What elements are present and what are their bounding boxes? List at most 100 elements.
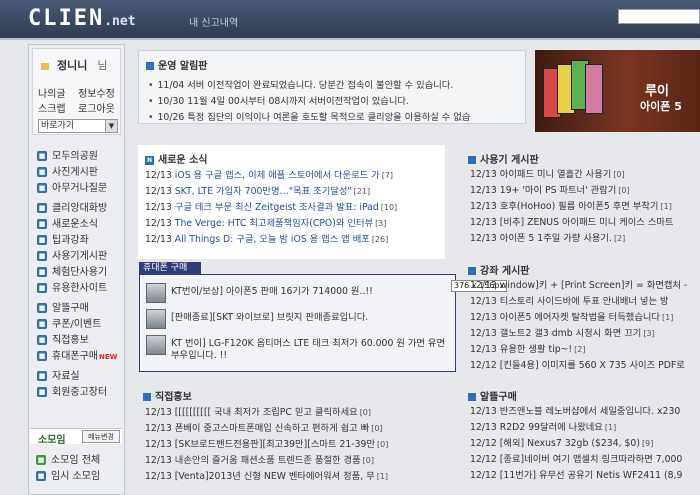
- top-header: CLIEN.net 내 신고내역: [0, 0, 700, 38]
- list-item[interactable]: 12/13 R2D2 99달러에 나왔네요 [1]: [470, 420, 700, 436]
- sidebar-item-somoim-all[interactable]: ■ 소모임 전체: [36, 453, 122, 469]
- item-title: 폰베이 중고스마트폰매입 신속하고 편하게 쉽고 빠: [174, 423, 370, 434]
- somoim-icon: ■: [36, 471, 46, 481]
- sidebar-item[interactable]: ■ 알뜰구매: [37, 301, 123, 317]
- sidebar-item-temp-somoim[interactable]: ■ 임시 소모임: [36, 469, 122, 485]
- list-item[interactable]: 12/13 SKT, LTE 가입자 700만명…"목표 조기달성" [21]: [145, 184, 443, 200]
- review-list: 12/13 아이패드 미니 열흘간 사용기 [0] 12/13 19+ '마이 PS 파…: [470, 167, 700, 247]
- menu-bullet-icon: ■: [37, 319, 47, 329]
- item-title: 내손안의 즐거움 패션소품 트렌드존 풍절한 경품: [174, 455, 361, 466]
- deals-section: 알뜰구매 12/13 반즈앤노블 레노버샵에서 세일중입니다. x230 12/13…: [464, 388, 700, 495]
- shortcut-select[interactable]: 바로가기 ▼: [38, 119, 118, 133]
- list-item[interactable]: 12/13 유용한 생활 tip~! [2]: [470, 342, 700, 358]
- news-title[interactable]: N 새로운 소식: [145, 151, 207, 166]
- comment-count: [7]: [381, 171, 394, 180]
- sidebar-item[interactable]: ■ 팁과강좌: [37, 233, 123, 249]
- sidebar-item[interactable]: ■ 사진게시판: [37, 165, 123, 181]
- list-item[interactable]: 12/13 호후(HoHoo) 필름 아이폰5 후면 부착기 [1]: [470, 199, 700, 215]
- sidebar-item[interactable]: ■ 새로운소식: [37, 217, 123, 233]
- list-item[interactable]: 12/13 폰베이 중고스마트폰매입 신속하고 편하게 쉽고 빠 [0]: [145, 421, 445, 437]
- ad-subtitle: 아이폰 5: [640, 100, 682, 113]
- sidebar-item[interactable]: ■ 유용한사이트: [37, 281, 123, 297]
- list-item[interactable]: 12/13 티스토리 사이드바에 투표 안내배너 넣는 방: [470, 294, 700, 310]
- logout-link[interactable]: 로그아웃: [78, 102, 115, 117]
- comment-count: [3]: [643, 329, 655, 338]
- ad-phone-pink: [585, 64, 603, 114]
- list-item[interactable]: 12/13 The Verge: HTC 최고제품책임자(CPO)와 인터뷰 [3]: [145, 216, 443, 232]
- list-item[interactable]: 12/12 [킨들4용] 이미지를 560 X 735 사이즈 PDF로: [470, 358, 700, 374]
- item-title: window]키 + [Print Screen]키 = 화면캡처 -: [499, 280, 688, 291]
- site-logo[interactable]: CLIEN.net: [28, 6, 136, 31]
- my-posts-link[interactable]: 나의글: [38, 87, 78, 102]
- sidebar-item-label: 팁과강좌: [52, 235, 89, 246]
- direct-promo-title[interactable]: 직접홍보: [143, 388, 192, 403]
- list-item[interactable]: 12/13 [SK브로드밴드전용판][최고39만][스마트 21-39만 [0]: [145, 437, 445, 453]
- sidebar-item[interactable]: ■ 아무거나질문: [37, 181, 123, 197]
- search-input[interactable]: [618, 9, 700, 24]
- list-item[interactable]: 12/13 iOS 용 구글 맵스, 이제 애플 스토어에서 다운로드 가 [7]: [145, 168, 443, 184]
- list-item[interactable]: 12/13 window]키 + [Print Screen]키 = 화면캡처 -: [470, 278, 700, 294]
- menu-change-button[interactable]: 메뉴변경: [82, 430, 120, 443]
- notice-item[interactable]: 10/30 11월 4일 00시부터 08시까지 서버이전작업이 있습니다.: [148, 94, 518, 110]
- lecture-title[interactable]: 강좌 게시판: [468, 262, 529, 277]
- sidebar-item[interactable]: ■ 쿠폰/이벤트: [37, 317, 123, 333]
- item-title: [해외] Nexus7 32gb ($234, $0): [499, 438, 640, 449]
- item-date: 12/13: [145, 234, 172, 245]
- somoim-title: 소모임: [38, 435, 66, 446]
- item-date: 12/13: [470, 217, 497, 228]
- item-date: 12/13: [145, 407, 172, 418]
- somoim-icon: ■: [36, 455, 46, 465]
- item-title: [Venta]2013년 신형 NEW 벤타에어워셔 정품, 무: [174, 471, 375, 482]
- ad-banner[interactable]: 루이 아이폰 5: [535, 50, 700, 132]
- sidebar-item[interactable]: ■ 휴대폰구매NEW: [37, 349, 123, 365]
- list-item[interactable]: 12/13 아이폰 5 1주일 가량 사용기. [2]: [470, 231, 700, 247]
- list-item[interactable]: 12/13 All Things D: 구글, 오늘 밤 iOS 용 맵스 앱 배…: [145, 232, 443, 248]
- list-item[interactable]: 12/13 [Venta]2013년 신형 NEW 벤타에어워셔 정품, 무 [1]: [145, 469, 445, 485]
- list-item[interactable]: 12/13 구글 테크 부문 최신 Zeitgeist 조사결과 발표: iPad…: [145, 200, 443, 216]
- sidebar-item[interactable]: ■ 사용기게시판: [37, 249, 123, 265]
- item-title: 아이폰5 에어자켓 탈착법을 터득했습니다: [499, 312, 660, 323]
- deals-title[interactable]: 알뜰구매: [468, 388, 517, 403]
- comment-count: [2]: [574, 345, 586, 354]
- list-item[interactable]: 12/13 내손안의 즐거움 패션소품 트렌드존 풍절한 경품 [0]: [145, 453, 445, 469]
- menu-bullet-icon: ■: [37, 219, 47, 229]
- direct-promo-list: 12/13[[[[[[[[[[ 국내 최저가 조립PC 믿고 클릭하세요 [0] 1…: [145, 405, 445, 485]
- scrap-link[interactable]: 스크랩: [38, 102, 78, 117]
- sidebar-item-label: 알뜰구매: [52, 303, 89, 314]
- comment-count: [1]: [661, 313, 674, 322]
- comment-count: [3]: [375, 219, 387, 228]
- new-badge: NEW: [99, 353, 118, 361]
- review-title[interactable]: 사용기 게시판: [468, 151, 539, 166]
- list-item[interactable]: 12/13[[[[[[[[[[ 국내 최저가 조립PC 믿고 클릭하세요 [0]: [145, 405, 445, 421]
- sidebar-item[interactable]: ■ 체험단사용기: [37, 265, 123, 281]
- item-date: 12/13: [145, 455, 172, 466]
- list-item[interactable]: 12/13 반즈앤노블 레노버샵에서 세일중입니다. x230: [470, 404, 700, 420]
- sidebar-item[interactable]: ■ 모두의공원: [37, 149, 123, 165]
- item-date: 12/13: [145, 186, 172, 197]
- list-item[interactable]: 12/13 19+ '마이 PS 파트너' 관람기 [0]: [470, 183, 700, 199]
- comment-count: [0]: [359, 408, 372, 417]
- list-item[interactable]: 12/12 [해외] Nexus7 32gb ($234, $0) [9]: [470, 436, 700, 452]
- user-greeting: 정니니 님: [41, 57, 108, 73]
- notice-item[interactable]: 11/04 서버 이전작업이 완료되었습니다. 당분간 접속이 불안할 수 있습…: [148, 78, 518, 94]
- edit-info-link[interactable]: 정보수정: [78, 87, 115, 102]
- sidebar-item[interactable]: ■ 자료실: [37, 369, 123, 385]
- menu-bullet-icon: ■: [37, 303, 47, 313]
- list-item[interactable]: 12/12 [11번가] 유무선 공유기 Netis WF2411 (8,9: [470, 468, 700, 484]
- list-item[interactable]: 12/13 아이폰5 에어자켓 탈착법을 터득했습니다 [1]: [470, 310, 700, 326]
- list-item[interactable]: 12/13 갤노트2 갤3 dmb 시청시 화면 끄기 [3]: [470, 326, 700, 342]
- item-date: 12/13: [470, 328, 497, 339]
- notice-item[interactable]: 10/26 특정 집단의 이익이나 여론을 호도할 목적으로 클리앙을 이용하실…: [148, 110, 518, 126]
- menu-bullet-icon: ■: [37, 283, 47, 293]
- my-report-link[interactable]: 내 신고내역: [189, 14, 238, 29]
- comment-count: [2]: [613, 234, 626, 243]
- sidebar-item[interactable]: ■ 직접홍보: [37, 333, 123, 349]
- sidebar-item[interactable]: ■ 회원중고장터: [37, 385, 123, 401]
- sidebar-item[interactable]: ■ 클리앙대화방: [37, 201, 123, 217]
- news-list: 12/13 iOS 용 구글 맵스, 이제 애플 스토어에서 다운로드 가 [7] 1…: [145, 168, 443, 248]
- list-item[interactable]: 12/12 [종료]네이버 여기 맵셀치 링크따라하면 7,000: [470, 452, 700, 468]
- list-item[interactable]: 12/13 [비추] ZENUS 아이패드 미니 케이스 스마트: [470, 215, 700, 231]
- sidebar-item-label: 새로운소식: [52, 219, 98, 230]
- deals-list: 12/13 반즈앤노블 레노버샵에서 세일중입니다. x230 12/13 R2D2 …: [470, 404, 700, 484]
- list-item[interactable]: 12/13 아이패드 미니 열흘간 사용기 [0]: [470, 167, 700, 183]
